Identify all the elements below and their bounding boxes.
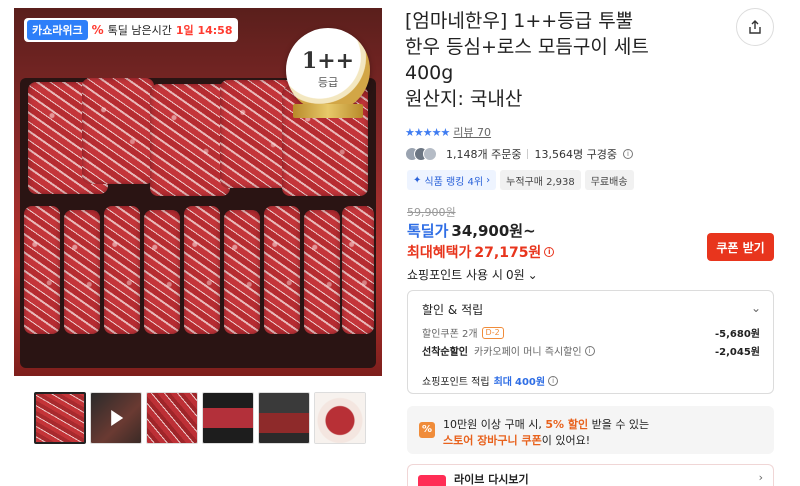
deal-timer-label: 톡딜 남은시간 <box>107 24 172 37</box>
thumbnail-2-video[interactable] <box>90 392 142 444</box>
play-icon <box>111 410 124 426</box>
percent-icon: % <box>419 422 435 438</box>
max-benefit-row: 최대혜택가 27,175원 i <box>407 242 555 262</box>
original-price: 59,900원 <box>407 206 456 219</box>
chevron-right-icon: › <box>758 471 763 484</box>
stats-row: 1,148개 주문중 13,564명 구경중 i <box>405 146 633 162</box>
brand-badge: 카쇼라위크 <box>27 20 88 40</box>
thumbnail-1[interactable] <box>34 392 86 444</box>
points-max-value: 400원 <box>515 377 546 388</box>
meat-slice <box>304 210 340 334</box>
deal-price-row: 톡딜가 34,900원~ <box>407 220 536 241</box>
thumbnail-4[interactable] <box>202 392 254 444</box>
discount-header: 할인 & 적립 <box>422 303 484 317</box>
meat-slice <box>184 206 220 334</box>
meat-slice <box>82 78 154 184</box>
product-main-image[interactable]: 카쇼라위크 % 톡딜 남은시간 1일 14:58 1++ 등급 <box>14 8 382 376</box>
promo-line-1: 10만원 이상 구매 시, 5% 할인 받을 수 있는 <box>443 416 649 432</box>
product-title: [엄마네한우] 1++등급 투뿔 한우 등심+로스 모듬구이 세트 400g 원… <box>405 8 725 112</box>
meat-slice <box>150 84 230 196</box>
coupon-button[interactable]: 쿠폰 받기 <box>707 233 774 261</box>
points-earn-row: 쇼핑포인트 적립 최대 400원 i <box>422 373 760 388</box>
orders-count: 1,148개 주문중 <box>446 148 522 161</box>
first-come-desc: 카카오페이 머니 즉시할인 <box>474 347 582 358</box>
meat-slice <box>24 206 60 334</box>
promo-line-2: 스토어 장바구니 쿠폰이 있어요! <box>443 432 590 448</box>
deal-price-label: 톡딜가 <box>407 222 449 240</box>
ranking-chip[interactable]: ✦ 식품 랭킹 4위 › <box>407 170 497 190</box>
thumbnail-strip <box>34 392 366 444</box>
info-icon[interactable]: i <box>548 375 559 386</box>
promo-text: 이 있어요! <box>541 434 591 447</box>
meat-slice <box>264 206 300 334</box>
review-link[interactable]: 리뷰 70 <box>453 124 491 140</box>
meat-slice <box>104 206 140 334</box>
meat-slice <box>224 210 260 334</box>
live-badge-icon <box>418 475 446 486</box>
title-line-4: 원산지: 국내산 <box>405 88 523 110</box>
coupon-amount: -5,680원 <box>715 329 760 340</box>
chevron-right-icon: › <box>486 174 491 186</box>
promo-text: 10만원 이상 구매 시, <box>443 418 542 431</box>
promo-highlight: 5% 할인 <box>545 418 589 431</box>
avatar-group <box>405 147 437 161</box>
points-earn-label: 쇼핑포인트 적립 <box>422 377 490 388</box>
divider <box>527 149 529 159</box>
promo-highlight: 스토어 장바구니 쿠폰 <box>443 434 542 447</box>
first-come-amount: -2,045원 <box>715 347 760 358</box>
cart-coupon-promo[interactable]: % 10만원 이상 구매 시, 5% 할인 받을 수 있는 스토어 장바구니 쿠… <box>407 406 774 454</box>
title-line-1: [엄마네한우] 1++등급 투뿔 <box>405 10 634 32</box>
total-purchases-chip: 누적구매 2,938 <box>500 170 581 190</box>
live-replay-row[interactable]: 라이브 다시보기 › <box>407 464 774 486</box>
coupon-label: 할인쿠폰 2개 <box>422 329 478 340</box>
free-shipping-chip: 무료배송 <box>584 170 634 190</box>
meat-slice <box>64 210 100 334</box>
thumbnail-5[interactable] <box>258 392 310 444</box>
max-benefit-value: 27,175원 <box>474 245 542 261</box>
product-info: [엄마네한우] 1++등급 투뿔 한우 등심+로스 모듬구이 세트 400g 원… <box>405 8 785 112</box>
meat-tray <box>20 78 376 368</box>
promo-text: 받을 수 있는 <box>591 418 650 431</box>
deal-price-value: 34,900원~ <box>451 222 536 240</box>
points-usage-label: 쇼핑포인트 사용 시 <box>407 268 503 282</box>
percent-icon: % <box>91 23 104 37</box>
max-benefit-label: 최대혜택가 <box>407 245 472 261</box>
rating-row: ★★★★★ 리뷰 70 <box>405 124 491 140</box>
title-line-3: 400g <box>405 62 454 84</box>
title-line-2: 한우 등심+로스 모듬구이 세트 <box>405 36 649 58</box>
chevron-down-icon: ⌄ <box>527 267 538 282</box>
share-icon <box>749 20 761 34</box>
coupon-discount-row: 할인쿠폰 2개 D-2 -5,680원 <box>422 325 760 340</box>
star-rating-icon: ★★★★★ <box>405 125 450 139</box>
deal-timer-badge: 카쇼라위크 % 톡딜 남은시간 1일 14:58 <box>24 18 239 42</box>
coupon-dday-badge: D-2 <box>481 326 504 339</box>
sparkle-icon: ✦ <box>413 174 422 186</box>
info-icon[interactable]: i <box>544 247 555 257</box>
first-come-discount-row: 선착순할인 카카오페이 머니 즉시할인 i -2,045원 <box>422 343 760 358</box>
info-icon[interactable]: i <box>622 149 633 159</box>
points-usage-value: 0원 <box>505 268 525 282</box>
chevron-down-icon[interactable]: ⌄ <box>751 301 761 315</box>
points-max-label: 최대 <box>493 377 512 388</box>
thumbnail-6[interactable] <box>314 392 366 444</box>
discount-panel: 할인 & 적립 ⌄ 할인쿠폰 2개 D-2 -5,680원 선착순할인 카카오페… <box>407 290 774 394</box>
points-usage-row[interactable]: 쇼핑포인트 사용 시 0원 ⌄ <box>407 266 538 283</box>
thumbnail-3[interactable] <box>146 392 198 444</box>
meat-slice <box>342 206 374 334</box>
chip-row: ✦ 식품 랭킹 4위 › 누적구매 2,938 무료배송 <box>407 170 634 190</box>
grade-medal-icon: 1++ 등급 <box>286 28 370 118</box>
first-come-label: 선착순할인 <box>422 347 468 358</box>
ribbon-icon <box>293 104 363 118</box>
viewers-count: 13,564명 구경중 <box>534 148 617 161</box>
share-button[interactable] <box>736 8 774 46</box>
grade-bottom-text: 등급 <box>317 76 339 89</box>
live-replay-label: 라이브 다시보기 <box>454 473 529 486</box>
grade-top-text: 1++ <box>301 48 355 74</box>
info-icon[interactable]: i <box>584 345 595 356</box>
meat-slice <box>144 210 180 334</box>
deal-timer-value: 1일 14:58 <box>175 24 233 37</box>
ranking-label: 식품 랭킹 4위 <box>424 176 484 188</box>
